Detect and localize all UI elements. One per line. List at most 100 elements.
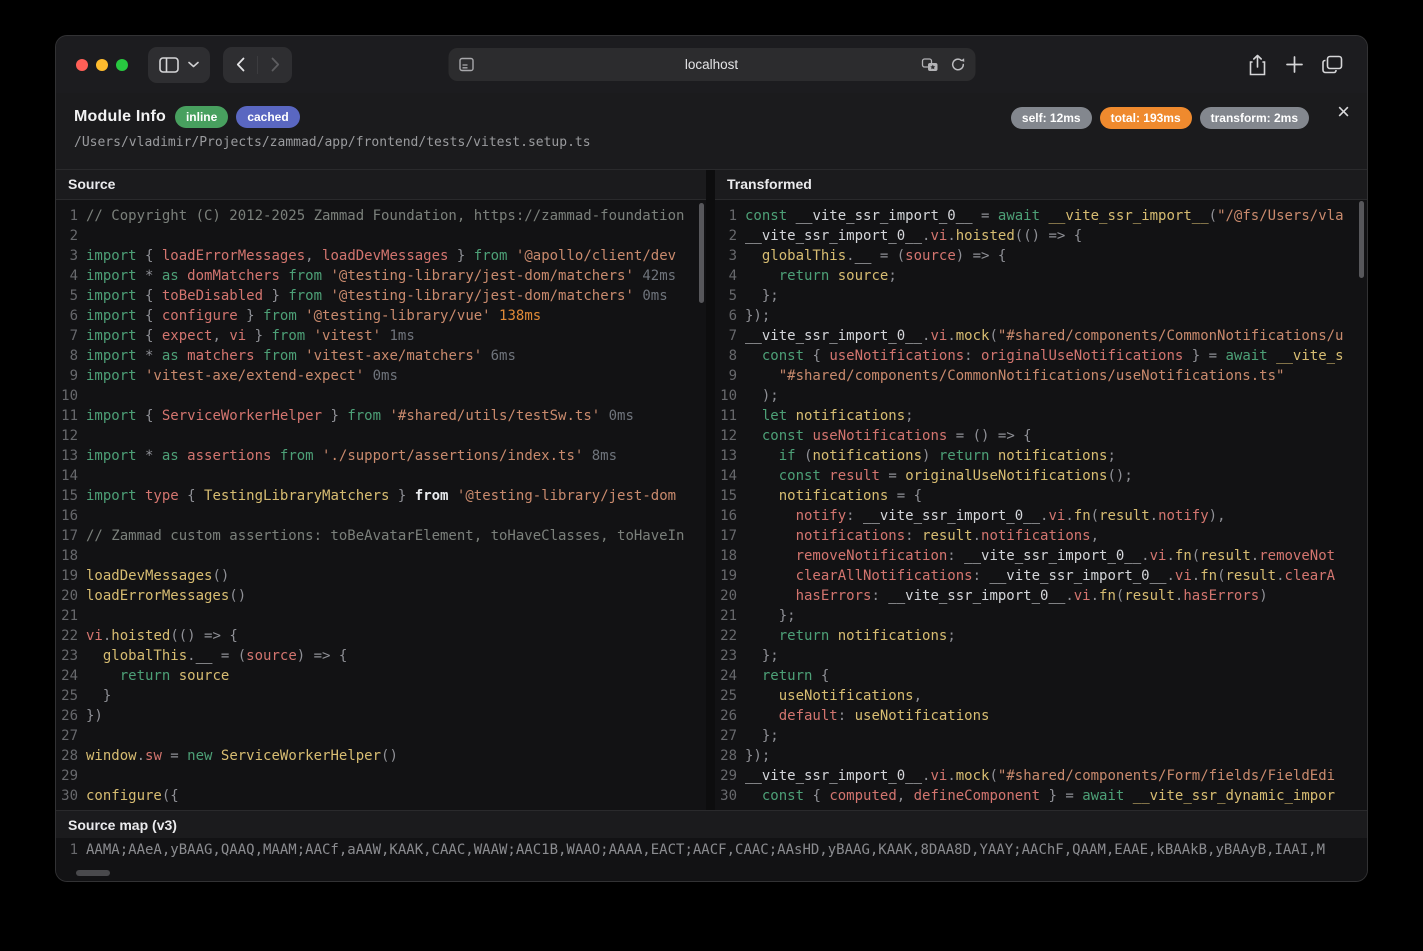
- code-text: AAMA;AAeA,yBAAG,QAAQ,MAAM;AACf,aAAW,KAAK…: [86, 841, 1325, 861]
- panel-divider: [706, 170, 715, 810]
- code-text: );: [745, 386, 779, 406]
- code-line: 18: [56, 546, 706, 566]
- code-text: __vite_ssr_import_0__.vi.hoisted(() => {: [745, 226, 1082, 246]
- line-number: 1: [715, 206, 745, 226]
- code-line: 7import { expect, vi } from 'vitest' 1ms: [56, 326, 706, 346]
- code-line: 7__vite_ssr_import_0__.vi.mock("#shared/…: [715, 326, 1367, 346]
- code-text: import { configure } from '@testing-libr…: [86, 306, 541, 326]
- code-text: const __vite_ssr_import_0__ = await __vi…: [745, 206, 1344, 226]
- sidebar-toggle-button[interactable]: [148, 47, 210, 83]
- code-text: import 'vitest-axe/extend-expect' 0ms: [86, 366, 398, 386]
- address-bar[interactable]: localhost: [448, 48, 975, 81]
- page-title: Module Info: [74, 108, 166, 126]
- line-number: 4: [56, 266, 86, 286]
- code-text: import { ServiceWorkerHelper } from '#sh…: [86, 406, 634, 426]
- line-number: 20: [56, 586, 86, 606]
- line-number: 23: [715, 646, 745, 666]
- code-line: 17 notifications: result.notifications,: [715, 526, 1367, 546]
- badge: total: 193ms: [1100, 107, 1192, 129]
- code-line: 3 globalThis.__ = (source) => {: [715, 246, 1367, 266]
- line-number: 6: [715, 306, 745, 326]
- code-text: __vite_ssr_import_0__.vi.mock("#shared/c…: [745, 326, 1343, 346]
- module-badges: inlinecached: [175, 106, 300, 128]
- code-line: 1const __vite_ssr_import_0__ = await __v…: [715, 206, 1367, 226]
- code-line: 26 default: useNotifications: [715, 706, 1367, 726]
- code-text: removeNotification: __vite_ssr_import_0_…: [745, 546, 1335, 566]
- traffic-light[interactable]: [116, 59, 128, 71]
- share-icon[interactable]: [1248, 54, 1267, 76]
- code-line: 15import type { TestingLibraryMatchers }…: [56, 486, 706, 506]
- code-line: 10 );: [715, 386, 1367, 406]
- code-text: // Zammad custom assertions: toBeAvatarE…: [86, 526, 684, 546]
- line-number: 10: [715, 386, 745, 406]
- code-text: import type { TestingLibraryMatchers } f…: [86, 486, 676, 506]
- url-text: localhost: [448, 57, 975, 72]
- line-number: 10: [56, 386, 86, 406]
- line-number: 15: [715, 486, 745, 506]
- code-panels: Source 1// Copyright (C) 2012-2025 Zamma…: [56, 169, 1367, 810]
- line-number: 14: [715, 466, 745, 486]
- line-number: 28: [56, 746, 86, 766]
- line-number: 24: [715, 666, 745, 686]
- line-number: 16: [715, 506, 745, 526]
- line-number: 13: [56, 446, 86, 466]
- code-text: return source;: [745, 266, 897, 286]
- code-line: 9import 'vitest-axe/extend-expect' 0ms: [56, 366, 706, 386]
- close-icon[interactable]: ×: [1337, 101, 1350, 123]
- code-line: 23 globalThis.__ = (source) => {: [56, 646, 706, 666]
- translate-icon[interactable]: [921, 58, 938, 72]
- code-line: 21: [56, 606, 706, 626]
- transformed-panel: Transformed 1const __vite_ssr_import_0__…: [715, 170, 1367, 810]
- code-text: loadErrorMessages(): [86, 586, 246, 606]
- source-panel: Source 1// Copyright (C) 2012-2025 Zamma…: [56, 170, 706, 810]
- module-path: /Users/vladimir/Projects/zammad/app/fron…: [74, 135, 1349, 150]
- code-text: useNotifications,: [745, 686, 922, 706]
- line-number: 24: [56, 666, 86, 686]
- sourcemap-code: 1AAMA;AAeA,yBAAG,QAAQ,MAAM;AACf,aAAW,KAA…: [56, 838, 1367, 881]
- code-line: 4import * as domMatchers from '@testing-…: [56, 266, 706, 286]
- code-text: if (notifications) return notifications;: [745, 446, 1116, 466]
- line-number: 17: [715, 526, 745, 546]
- badge: transform: 2ms: [1200, 107, 1309, 129]
- code-line: 1// Copyright (C) 2012-2025 Zammad Found…: [56, 206, 706, 226]
- sourcemap-hscrollbar-thumb[interactable]: [76, 870, 110, 876]
- timing-badges: self: 12mstotal: 193mstransform: 2ms: [1011, 107, 1309, 129]
- code-text: notify: __vite_ssr_import_0__.vi.fn(resu…: [745, 506, 1226, 526]
- line-number: 11: [715, 406, 745, 426]
- tab-overview-icon[interactable]: [1322, 55, 1343, 74]
- code-line: 5 };: [715, 286, 1367, 306]
- line-number: 14: [56, 466, 86, 486]
- code-text: // Copyright (C) 2012-2025 Zammad Founda…: [86, 206, 684, 226]
- line-number: 9: [56, 366, 86, 386]
- reload-icon[interactable]: [950, 57, 965, 72]
- line-number: 18: [715, 546, 745, 566]
- code-line: 29__vite_ssr_import_0__.vi.mock("#shared…: [715, 766, 1367, 786]
- traffic-light[interactable]: [96, 59, 108, 71]
- traffic-lights: [76, 59, 128, 71]
- back-button[interactable]: [223, 47, 257, 83]
- forward-button[interactable]: [258, 47, 292, 83]
- code-line: 10: [56, 386, 706, 406]
- line-number: 5: [56, 286, 86, 306]
- code-text: vi.hoisted(() => {: [86, 626, 238, 646]
- line-number: 22: [715, 626, 745, 646]
- code-text: });: [745, 746, 770, 766]
- code-text: loadDevMessages(): [86, 566, 229, 586]
- new-tab-icon[interactable]: [1286, 56, 1303, 73]
- traffic-light[interactable]: [76, 59, 88, 71]
- code-line: 8 const { useNotifications: originalUseN…: [715, 346, 1367, 366]
- line-number: 30: [715, 786, 745, 806]
- transformed-scrollbar-thumb[interactable]: [1359, 201, 1364, 278]
- code-text: default: useNotifications: [745, 706, 989, 726]
- source-scrollbar-thumb[interactable]: [699, 203, 704, 303]
- line-number: 8: [56, 346, 86, 366]
- line-number: 20: [715, 586, 745, 606]
- code-text: globalThis.__ = (source) => {: [745, 246, 1006, 266]
- badge: cached: [236, 106, 299, 128]
- code-text: };: [745, 726, 779, 746]
- code-line: 17// Zammad custom assertions: toBeAvata…: [56, 526, 706, 546]
- code-line: 24 return {: [715, 666, 1367, 686]
- line-number: 3: [715, 246, 745, 266]
- line-number: 5: [715, 286, 745, 306]
- code-text: configure({: [86, 786, 179, 806]
